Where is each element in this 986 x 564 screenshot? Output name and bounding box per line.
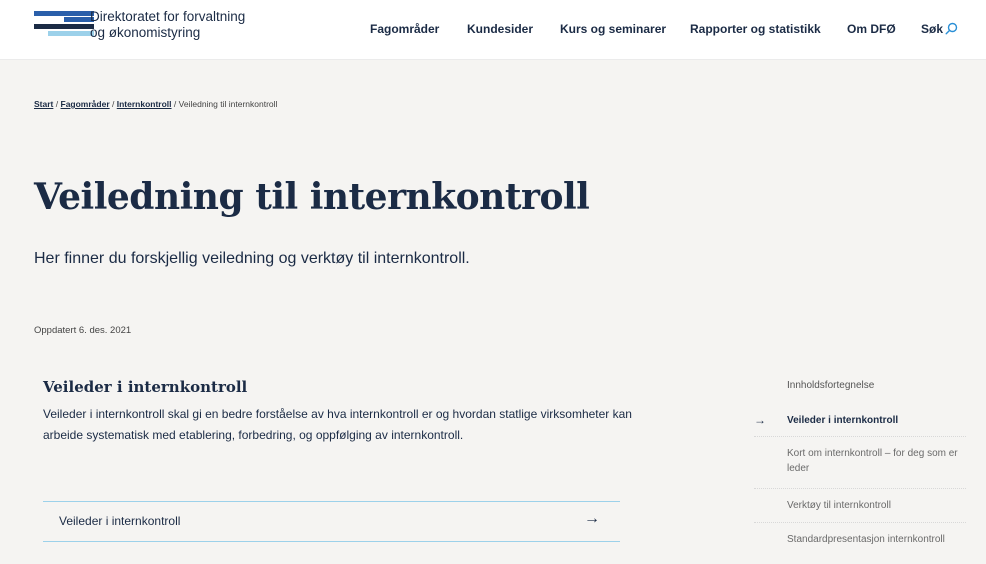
breadcrumb-separator: / [112, 99, 115, 109]
arrow-right-icon[interactable]: → [584, 510, 600, 528]
site-header: Direktoratet for forvaltning og økonomis… [0, 0, 986, 60]
logo-text[interactable]: Direktoratet for forvaltning og økonomis… [90, 9, 245, 41]
toc-item-label[interactable]: Verktøy til internkontroll [787, 498, 965, 513]
toc-item-veileder[interactable]: → Veileder i internkontroll [754, 405, 966, 436]
logo-line-2: og økonomistyring [90, 25, 201, 40]
toc-item-verktoy[interactable]: Verktøy til internkontroll [754, 488, 966, 522]
veileder-link-card[interactable]: Veileder i internkontroll → [43, 501, 620, 542]
dfo-logo-icon[interactable] [34, 11, 94, 41]
breadcrumb-current: Veiledning til internkontroll [178, 99, 278, 109]
page-title: Veiledning til internkontroll [34, 176, 590, 218]
updated-date: Oppdatert 6. des. 2021 [34, 325, 132, 336]
breadcrumb: Start / Fagområder / Internkontroll / Ve… [34, 99, 277, 109]
arrow-right-icon: → [754, 413, 766, 427]
nav-fagomrader[interactable]: Fagområder [370, 22, 439, 36]
nav-kurs-og-seminarer[interactable]: Kurs og seminarer [560, 22, 666, 36]
toc-item-label[interactable]: Kort om internkontroll – for deg som er … [787, 446, 965, 476]
nav-kundesider[interactable]: Kundesider [467, 22, 533, 36]
toc-item-label[interactable]: Standardpresentasjon internkontroll [787, 532, 965, 547]
breadcrumb-fagomrader[interactable]: Fagområder [61, 99, 110, 109]
veileder-link-label[interactable]: Veileder i internkontroll [59, 514, 180, 528]
nav-rapporter-og-statistikk[interactable]: Rapporter og statistikk [690, 22, 821, 36]
section-body: Veileder i internkontroll skal gi en bed… [43, 407, 632, 442]
toc-item-kort-om[interactable]: Kort om internkontroll – for deg som er … [754, 436, 966, 488]
page-lead: Her finner du forskjellig veiledning og … [34, 250, 470, 267]
breadcrumb-separator: / [55, 99, 59, 109]
search-button[interactable]: Søk [921, 22, 943, 36]
logo-line-1: Direktoratet for forvaltning [90, 9, 246, 24]
toc-heading: Innholdsfortegnelse [787, 380, 875, 391]
toc-item-standardpresentasjon[interactable]: Standardpresentasjon internkontroll [754, 522, 966, 564]
breadcrumb-separator: / [173, 99, 177, 109]
breadcrumb-start[interactable]: Start [34, 99, 53, 109]
section-title: Veileder i internkontroll [43, 378, 248, 396]
breadcrumb-internkontroll[interactable]: Internkontroll [117, 99, 172, 109]
nav-om-dfo[interactable]: Om DFØ [847, 22, 896, 36]
toc-item-label[interactable]: Veileder i internkontroll [787, 413, 965, 428]
search-icon[interactable] [945, 22, 958, 35]
